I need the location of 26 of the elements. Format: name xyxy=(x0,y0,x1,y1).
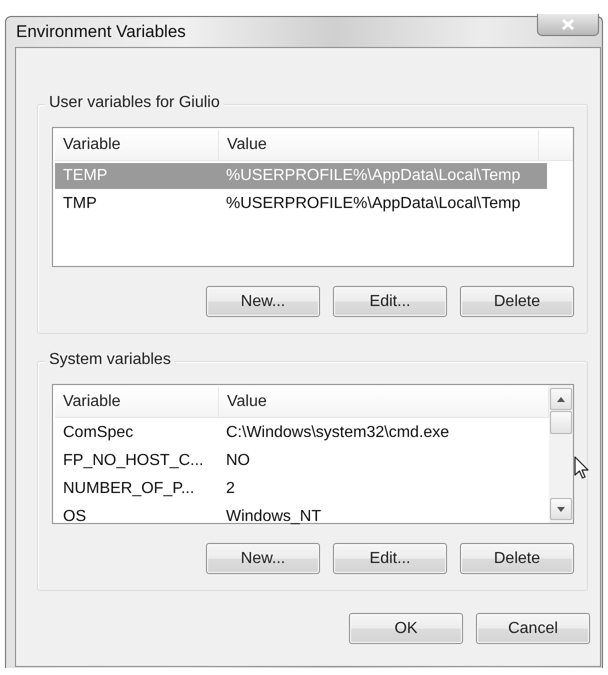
list-row[interactable]: FP_NO_HOST_C... NO xyxy=(55,448,547,474)
list-row[interactable]: TMP %USERPROFILE%\AppData\Local\Temp xyxy=(55,191,547,217)
cursor-icon xyxy=(574,456,590,480)
ok-button[interactable]: OK xyxy=(349,613,463,644)
delete-button[interactable]: Delete xyxy=(460,543,574,574)
scrollbar[interactable] xyxy=(549,385,573,523)
column-header[interactable]: Variable xyxy=(55,130,219,160)
down-arrow-icon xyxy=(557,506,565,512)
group-title: System variables xyxy=(45,351,175,369)
edit-button[interactable]: Edit... xyxy=(333,543,447,574)
column-header[interactable]: Variable xyxy=(55,387,219,417)
up-arrow-icon xyxy=(557,396,565,402)
list-row[interactable]: NUMBER_OF_P... 2 xyxy=(55,476,547,502)
delete-button[interactable]: Delete xyxy=(460,286,574,317)
close-button[interactable] xyxy=(537,14,599,36)
list-view[interactable]: Variable Value TEMP %USERPROFILE%\AppData\Local\Temp TMP %USERPROFILE%\AppData\Local\Temp xyxy=(52,127,574,267)
new-button[interactable]: New... xyxy=(206,286,320,317)
cancel-button[interactable]: Cancel xyxy=(476,613,590,644)
scroll-thumb[interactable] xyxy=(550,411,572,434)
column-header[interactable]: Value xyxy=(219,130,539,160)
list-view[interactable]: Variable Value ComSpec C:\Windows\system32\cmd.exe FP_NO_HOST_C... NO NUMBER_OF_P... 2 OS Windows_NT xyxy=(52,384,574,524)
window-title: Environment Variables xyxy=(16,22,186,42)
list-row[interactable]: ComSpec C:\Windows\system32\cmd.exe xyxy=(55,420,547,446)
new-button[interactable]: New... xyxy=(206,543,320,574)
edit-button[interactable]: Edit... xyxy=(333,286,447,317)
close-icon xyxy=(561,19,575,30)
